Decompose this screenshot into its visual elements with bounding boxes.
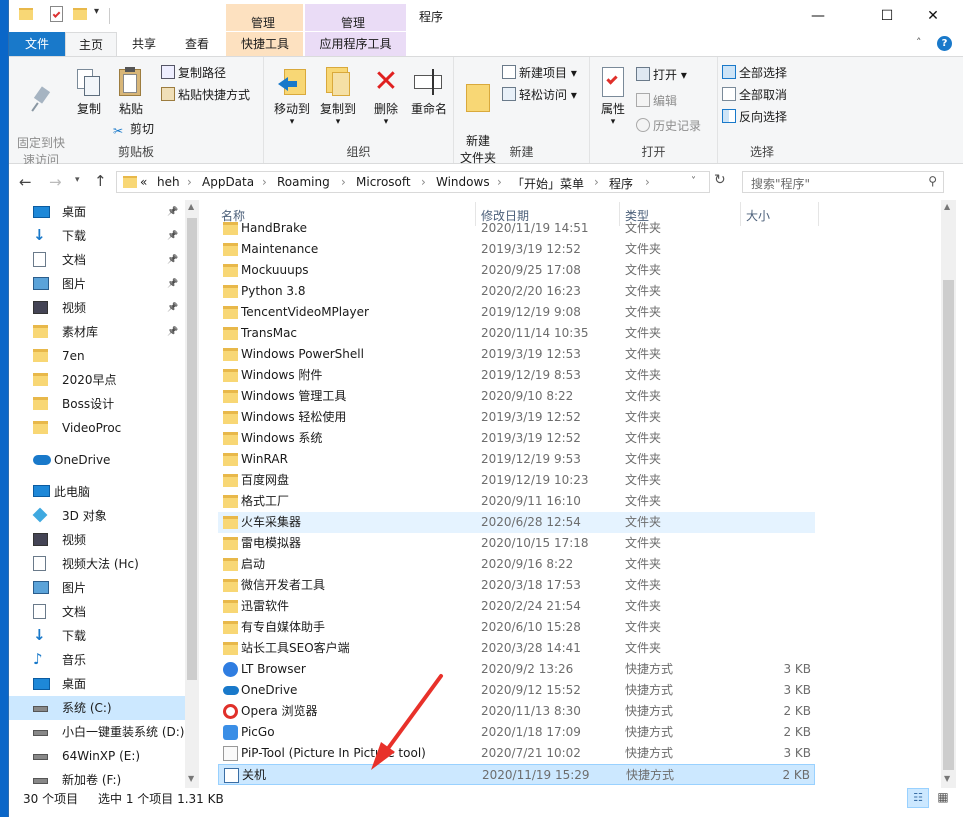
explorer-window: ▾ 管理 管理 程序 — ☐ ✕ 文件 主页 共享 查看 快捷工具 应用程序工具… (8, 0, 963, 817)
annotation-arrow (371, 674, 443, 770)
